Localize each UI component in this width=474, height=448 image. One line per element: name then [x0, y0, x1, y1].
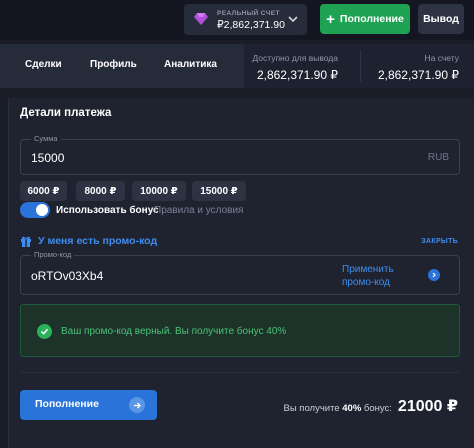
plus-icon: + — [326, 10, 335, 28]
rules-link[interactable]: Правила и условия — [154, 205, 243, 216]
bonus-toggle[interactable] — [20, 202, 50, 218]
promo-code-field-label: Промо-код — [31, 250, 75, 259]
receive-total: 21000 ₽ — [397, 398, 458, 415]
quick-amount-6000[interactable]: 6000 ₽ — [20, 181, 67, 201]
promo-code-field[interactable]: Промо-код oRTOv03Xb4 Применить промо-код — [20, 250, 460, 295]
receive-suffix: бонус: — [363, 403, 392, 414]
top-deposit-label: Пополнение — [339, 13, 404, 25]
promo-code-header-label: У меня есть промо-код — [38, 235, 158, 247]
close-promo-link[interactable]: ЗАКРЫТЬ — [421, 238, 458, 245]
quick-amount-15000[interactable]: 15000 ₽ — [192, 181, 246, 201]
promo-success-message: Ваш промо-код верный. Вы получите бонус … — [61, 326, 287, 337]
available-withdraw-stat: Доступно для вывода 2,862,371.90 ₽ — [252, 53, 338, 82]
account-selector[interactable]: РЕАЛЬНЫЙ СЧЕТ ₽2,862,371.90 — [184, 4, 307, 35]
promo-code-value[interactable]: oRTOv03Xb4 — [31, 269, 103, 283]
gift-icon — [21, 236, 31, 247]
nav-divider — [360, 50, 361, 82]
toggle-knob — [36, 204, 48, 216]
top-bar: РЕАЛЬНЫЙ СЧЕТ ₽2,862,371.90 + Пополнение… — [0, 0, 474, 40]
section-divider — [20, 372, 460, 373]
deposit-submit-button[interactable]: Пополнение — [20, 390, 157, 420]
check-circle-icon — [37, 324, 52, 339]
account-balance: ₽2,862,371.90 — [217, 19, 285, 31]
nav-bar: Сделки Профиль Аналитика Доступно для вы… — [0, 44, 474, 88]
promo-success-alert: Ваш промо-код верный. Вы получите бонус … — [20, 304, 460, 357]
top-deposit-button[interactable]: + Пополнение — [320, 4, 410, 34]
top-withdraw-button[interactable]: Вывод — [418, 4, 464, 34]
tab-profile[interactable]: Профиль — [90, 59, 137, 70]
amount-field-label: Сумма — [31, 134, 61, 143]
promo-code-header[interactable]: У меня есть промо-код — [20, 235, 157, 247]
quick-amount-10000[interactable]: 10000 ₽ — [132, 181, 186, 201]
receive-summary-text: Вы получите 40% бонус: — [284, 403, 392, 414]
account-balance-value: 2,862,371.90 ₽ — [377, 68, 459, 82]
amount-value[interactable]: 15000 — [31, 151, 64, 165]
available-withdraw-value: 2,862,371.90 ₽ — [256, 68, 338, 82]
account-balance-stat: На счету 2,862,371.90 ₽ — [378, 53, 459, 82]
receive-summary: Вы получите 40% бонус: 21000 ₽ — [284, 396, 459, 416]
tab-analytics[interactable]: Аналитика — [164, 59, 217, 70]
quick-amount-8000[interactable]: 8000 ₽ — [76, 181, 125, 201]
account-type-label: РЕАЛЬНЫЙ СЧЕТ — [217, 10, 280, 17]
receive-bonus-percent: 40% — [342, 403, 362, 414]
chevron-down-icon — [288, 16, 298, 23]
receive-prefix: Вы получите — [283, 403, 340, 414]
bonus-toggle-label: Использовать бонус — [56, 205, 159, 216]
arrow-right-icon — [129, 397, 145, 413]
page-title: Детали платежа — [20, 107, 112, 119]
nav-tabs: Сделки Профиль Аналитика — [0, 44, 244, 88]
apply-promo-link[interactable]: Применить промо-код — [342, 263, 410, 289]
tab-deals[interactable]: Сделки — [25, 59, 62, 70]
chevron-right-icon[interactable] — [428, 269, 440, 281]
available-withdraw-label: Доступно для вывода — [252, 53, 338, 63]
deposit-submit-label: Пополнение — [35, 398, 99, 410]
amount-field[interactable]: Сумма 15000 RUB — [20, 134, 460, 175]
account-balance-label: На счету — [424, 53, 460, 63]
currency-label: RUB — [427, 152, 449, 163]
gem-icon — [194, 13, 208, 25]
